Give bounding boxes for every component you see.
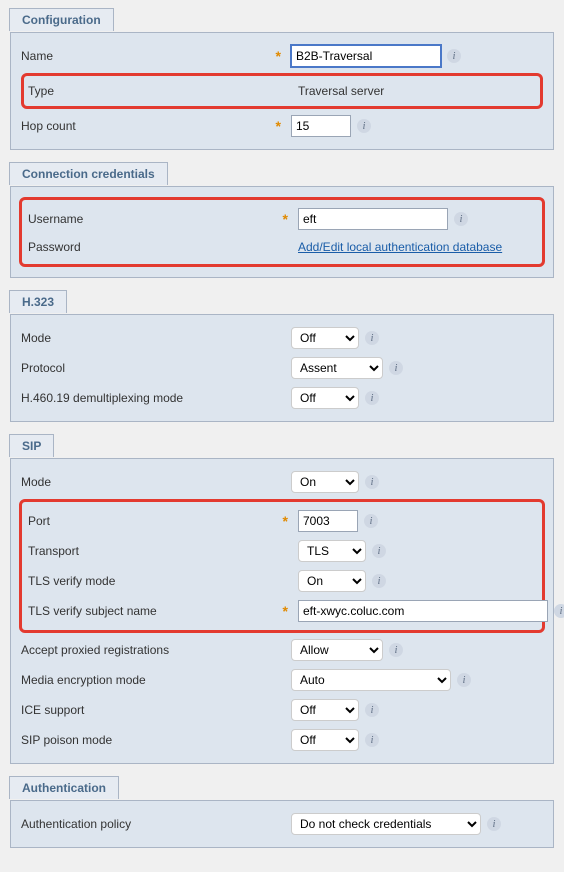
row-sip-ice: ICE support Off i bbox=[21, 695, 543, 725]
info-icon[interactable]: i bbox=[357, 119, 371, 133]
auth-section: Authentication policy Do not check crede… bbox=[10, 800, 554, 848]
sip-verify-subject-input[interactable] bbox=[298, 600, 548, 622]
configuration-section: Name * i Type Traversal server bbox=[10, 32, 554, 150]
row-sip-verify-subject: TLS verify subject name * i bbox=[28, 596, 536, 626]
info-icon[interactable]: i bbox=[372, 574, 386, 588]
info-icon[interactable]: i bbox=[365, 391, 379, 405]
label-password: Password bbox=[28, 240, 81, 254]
info-icon[interactable]: i bbox=[389, 643, 403, 657]
row-sip-mode: Mode On i bbox=[21, 467, 543, 497]
row-sip-poison: SIP poison mode Off i bbox=[21, 725, 543, 755]
info-icon[interactable]: i bbox=[554, 604, 564, 618]
info-icon[interactable]: i bbox=[372, 544, 386, 558]
row-hopcount: Hop count * i bbox=[21, 111, 543, 141]
highlight-sip: Port * i Transport TLS bbox=[19, 499, 545, 633]
info-icon[interactable]: i bbox=[457, 673, 471, 687]
row-sip-port: Port * i bbox=[28, 506, 536, 536]
info-icon[interactable]: i bbox=[365, 703, 379, 717]
auth-policy-select[interactable]: Do not check credentials bbox=[291, 813, 481, 835]
type-value: Traversal server bbox=[298, 84, 384, 98]
highlight-type: Type Traversal server bbox=[21, 73, 543, 109]
info-icon[interactable]: i bbox=[487, 817, 501, 831]
row-type: Type Traversal server bbox=[28, 78, 536, 104]
username-input[interactable] bbox=[298, 208, 448, 230]
info-icon[interactable]: i bbox=[454, 212, 468, 226]
sip-ice-select[interactable]: Off bbox=[291, 699, 359, 721]
required-icon: * bbox=[283, 603, 288, 619]
info-icon[interactable]: i bbox=[365, 331, 379, 345]
label-sip-port: Port bbox=[28, 514, 50, 528]
label-sip-ice: ICE support bbox=[21, 703, 84, 717]
row-sip-verify-mode: TLS verify mode On i bbox=[28, 566, 536, 596]
required-icon: * bbox=[283, 513, 288, 529]
label-h323-demux: H.460.19 demultiplexing mode bbox=[21, 391, 183, 405]
highlight-credentials: Username * i Password Add/Edit local aut… bbox=[19, 197, 545, 267]
label-sip-accept-proxied: Accept proxied registrations bbox=[21, 643, 169, 657]
name-input[interactable] bbox=[291, 45, 441, 67]
sip-media-enc-select[interactable]: Auto bbox=[291, 669, 451, 691]
info-icon[interactable]: i bbox=[365, 733, 379, 747]
label-username: Username bbox=[28, 212, 83, 226]
row-sip-transport: Transport TLS i bbox=[28, 536, 536, 566]
sip-accept-proxied-select[interactable]: Allow bbox=[291, 639, 383, 661]
row-auth-policy: Authentication policy Do not check crede… bbox=[21, 809, 543, 839]
info-icon[interactable]: i bbox=[365, 475, 379, 489]
h323-section: Mode Off i Protocol Assent i bbox=[10, 314, 554, 422]
section-title-configuration: Configuration bbox=[9, 8, 114, 31]
section-title-auth: Authentication bbox=[9, 776, 119, 799]
label-name: Name bbox=[21, 49, 53, 63]
h323-protocol-select[interactable]: Assent bbox=[291, 357, 383, 379]
required-icon: * bbox=[283, 211, 288, 227]
label-hopcount: Hop count bbox=[21, 119, 76, 133]
row-h323-demux: H.460.19 demultiplexing mode Off i bbox=[21, 383, 543, 413]
sip-section: Mode On i Port * i bbox=[10, 458, 554, 764]
label-sip-media-enc: Media encryption mode bbox=[21, 673, 146, 687]
row-sip-media-enc: Media encryption mode Auto i bbox=[21, 665, 543, 695]
password-link[interactable]: Add/Edit local authentication database bbox=[298, 240, 502, 254]
label-sip-verify-subject: TLS verify subject name bbox=[28, 604, 157, 618]
label-auth-policy: Authentication policy bbox=[21, 817, 131, 831]
sip-verify-mode-select[interactable]: On bbox=[298, 570, 366, 592]
label-sip-transport: Transport bbox=[28, 544, 79, 558]
sip-port-input[interactable] bbox=[298, 510, 358, 532]
h323-mode-select[interactable]: Off bbox=[291, 327, 359, 349]
row-username: Username * i bbox=[28, 204, 536, 234]
row-h323-protocol: Protocol Assent i bbox=[21, 353, 543, 383]
sip-poison-select[interactable]: Off bbox=[291, 729, 359, 751]
hopcount-input[interactable] bbox=[291, 115, 351, 137]
label-h323-protocol: Protocol bbox=[21, 361, 65, 375]
h323-demux-select[interactable]: Off bbox=[291, 387, 359, 409]
row-h323-mode: Mode Off i bbox=[21, 323, 543, 353]
label-sip-verify-mode: TLS verify mode bbox=[28, 574, 115, 588]
row-sip-accept-proxied: Accept proxied registrations Allow i bbox=[21, 635, 543, 665]
label-sip-mode: Mode bbox=[21, 475, 51, 489]
label-sip-poison: SIP poison mode bbox=[21, 733, 112, 747]
row-name: Name * i bbox=[21, 41, 543, 71]
label-type: Type bbox=[28, 84, 54, 98]
row-password: Password Add/Edit local authentication d… bbox=[28, 234, 536, 260]
required-icon: * bbox=[276, 118, 281, 134]
label-h323-mode: Mode bbox=[21, 331, 51, 345]
required-icon: * bbox=[276, 48, 281, 64]
credentials-section: Username * i Password Add/Edit local aut… bbox=[10, 186, 554, 278]
section-title-h323: H.323 bbox=[9, 290, 67, 313]
section-title-credentials: Connection credentials bbox=[9, 162, 168, 185]
sip-transport-select[interactable]: TLS bbox=[298, 540, 366, 562]
info-icon[interactable]: i bbox=[364, 514, 378, 528]
info-icon[interactable]: i bbox=[447, 49, 461, 63]
info-icon[interactable]: i bbox=[389, 361, 403, 375]
sip-mode-select[interactable]: On bbox=[291, 471, 359, 493]
section-title-sip: SIP bbox=[9, 434, 54, 457]
